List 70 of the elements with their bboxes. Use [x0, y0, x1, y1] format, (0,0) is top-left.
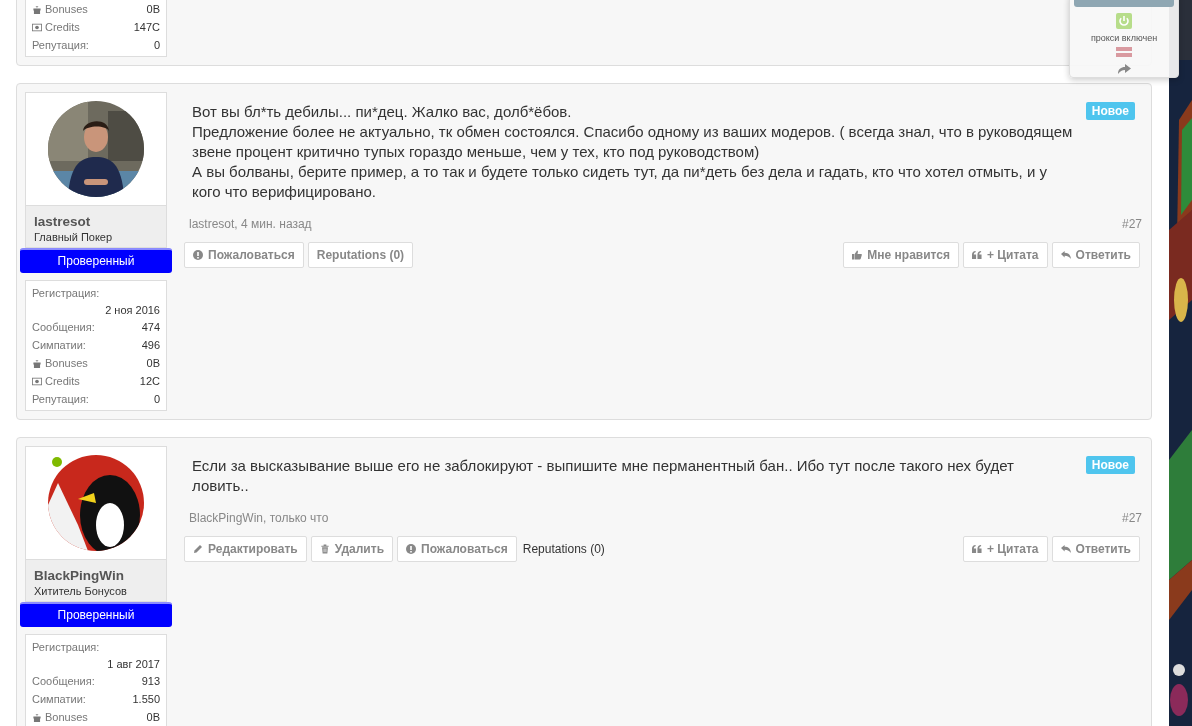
post-action-button[interactable]: Ответить — [1051, 536, 1140, 562]
stat-value: 0 — [153, 393, 160, 405]
stat-value: 0B — [146, 711, 160, 723]
post-action-button[interactable]: Ответить — [1051, 242, 1140, 268]
post-action-button[interactable]: Удалить — [310, 536, 393, 562]
post-action-button[interactable]: Reputations (0) — [307, 242, 414, 268]
post-action-button[interactable]: + Цитата — [962, 536, 1048, 562]
alert-icon — [193, 250, 203, 260]
power-icon[interactable] — [1116, 13, 1132, 29]
stat-value: 0 — [153, 39, 160, 51]
stat-value: 474 — [141, 321, 160, 333]
stat-value: 913 — [141, 675, 160, 687]
equals-icon[interactable] — [1116, 47, 1132, 57]
stat-label: Сообщения: — [32, 675, 95, 687]
new-tag: Новое — [1085, 102, 1135, 120]
reputation-link[interactable]: Reputations (0) — [522, 542, 605, 556]
stat-label: Credits — [32, 21, 80, 33]
banknote-icon — [32, 376, 42, 386]
post-author-time[interactable]: lastresot, 4 мин. назад — [189, 217, 312, 231]
pencil-icon — [193, 544, 203, 554]
username[interactable]: BlackPingWin — [34, 568, 158, 583]
user-title: Хититель Бонусов — [34, 585, 128, 597]
trash-icon — [319, 544, 330, 554]
stat-label: Сообщения: — [32, 321, 95, 333]
reply-icon — [1060, 250, 1071, 260]
user-badge: Проверенный — [20, 248, 172, 273]
message-text: Если за высказывание выше его не заблокируют - выпишите мне перманентный бан.. Ибо тут после такого нех будет ловить.. — [192, 456, 1015, 496]
user-badge: Проверенный — [20, 602, 172, 627]
stat-label: Credits — [32, 375, 80, 387]
stat-label: Репутация: — [32, 39, 89, 51]
stat-label: Репутация: — [32, 393, 89, 405]
reply-icon — [1060, 544, 1071, 554]
post-action-button[interactable]: Мне нравится — [843, 242, 959, 268]
proxy-status: прокси включен — [1090, 33, 1158, 43]
stat-value: 147C — [133, 21, 160, 33]
post-number[interactable]: #27 — [1121, 217, 1142, 231]
banknote-icon — [32, 22, 42, 32]
quote-icon — [971, 250, 982, 260]
stat-value: 1.550 — [132, 693, 160, 705]
curved-arrow-icon[interactable] — [1117, 62, 1131, 74]
stat-value: 12C — [139, 375, 160, 387]
gift-icon — [32, 712, 42, 722]
post-action-button[interactable]: + Цитата — [962, 242, 1048, 268]
alert-icon — [406, 544, 416, 554]
post-action-button[interactable]: Пожаловаться — [184, 242, 304, 268]
post-action-button[interactable]: Пожаловаться — [397, 536, 517, 562]
stat-label: Регистрация: — [32, 641, 100, 653]
new-tag: Новое — [1085, 456, 1135, 474]
message-text: Вот вы бл*ть дебилы... пи*дец. Жалко вас, долб*ёбов. Предложение более не актуально, тк обмен состоялся. Спасибо одному из ваших модеров. ( всегда знал, что в руководящем звене процент критично тупых гораздо меньше, чем у тех, кто под руководством) А вы болваны, берите пример, а то так и будете только сидеть тут, да пи*деть без дела и гадать, кто что хотел отмыть, и у кого что верифицировано. — [192, 102, 1074, 202]
post-action-button[interactable]: Редактировать — [184, 536, 307, 562]
stat-label: Регистрация: — [32, 287, 100, 299]
stat-label: Bonuses — [32, 711, 88, 723]
post-author-time[interactable]: BlackPingWin, только что — [189, 511, 329, 525]
gift-icon — [32, 4, 42, 14]
post-number[interactable]: #27 — [1121, 511, 1142, 525]
stat-label: Симпатии: — [32, 693, 86, 705]
gift-icon — [32, 358, 42, 368]
stat-value: 0B — [146, 357, 160, 369]
thumbs-up-icon — [852, 250, 863, 260]
online-indicator — [52, 457, 62, 467]
stat-value: 0B — [146, 3, 160, 15]
stat-value: 2 ноя 2016 — [105, 304, 160, 316]
stat-value: 1 авг 2017 — [107, 658, 160, 670]
stat-label: Bonuses — [32, 357, 88, 369]
quote-icon — [971, 544, 982, 554]
stat-label: Bonuses — [32, 3, 88, 15]
stat-label: Симпатии: — [32, 339, 86, 351]
username[interactable]: lastresot — [34, 214, 158, 229]
user-title: Главный Покер — [34, 231, 114, 243]
stat-value: 496 — [141, 339, 160, 351]
